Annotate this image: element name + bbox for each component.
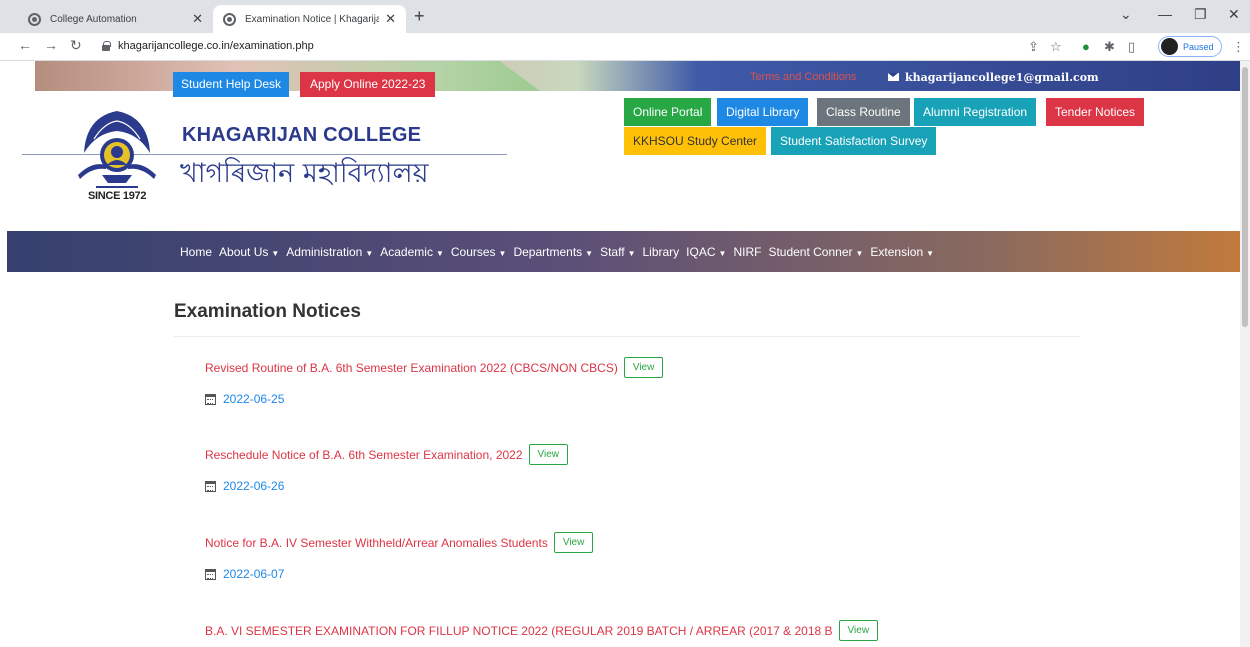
browser-tab-strip: College Automation ✕ Examination Notice …: [0, 0, 1250, 33]
caret-down-icon: ▼: [585, 248, 594, 258]
online-portal-button[interactable]: Online Portal: [624, 98, 712, 126]
nav-extension[interactable]: Extension ▼: [870, 245, 934, 259]
globe-icon: [28, 12, 41, 26]
tab-examination-notice[interactable]: Examination Notice | Khagarijan ✕: [213, 5, 406, 33]
web-page: Student Help Desk Apply Online 2022-23 T…: [0, 61, 1240, 647]
student-satisfaction-survey-button[interactable]: Student Satisfaction Survey: [771, 127, 937, 155]
terms-link[interactable]: Terms and Conditions: [750, 71, 856, 83]
calendar-icon: [205, 393, 216, 405]
close-icon[interactable]: ✕: [192, 11, 203, 27]
avatar: [1161, 38, 1178, 55]
back-icon[interactable]: ←: [18, 37, 32, 53]
caret-down-icon: ▼: [718, 248, 727, 258]
since-label: SINCE 1972: [88, 190, 147, 202]
profile-button[interactable]: Paused: [1158, 36, 1222, 57]
minimize-button[interactable]: —: [1158, 6, 1172, 22]
url-field[interactable]: khagarijancollege.co.in/examination.php: [118, 40, 314, 52]
list-item: Revised Routine of B.A. 6th Semester Exa…: [205, 357, 664, 406]
list-item: Notice for B.A. IV Semester Withheld/Arr…: [205, 532, 594, 581]
notice-date: 2022-06-26: [223, 479, 285, 493]
view-button[interactable]: View: [623, 357, 664, 378]
close-icon[interactable]: ✕: [385, 11, 396, 27]
digital-library-button[interactable]: Digital Library: [717, 98, 809, 126]
restore-button[interactable]: ❐: [1194, 6, 1207, 23]
reload-icon[interactable]: ↻: [70, 37, 82, 54]
page-title: Examination Notices: [174, 301, 361, 322]
sidepanel-icon[interactable]: ▯: [1128, 39, 1135, 55]
tab-title: College Automation: [50, 13, 137, 25]
chevron-down-icon[interactable]: ⌄: [1120, 6, 1132, 23]
divider: [174, 336, 1080, 337]
view-button[interactable]: View: [838, 620, 879, 641]
main-nav: Home About Us ▼ Administration ▼ Academic ▼…: [7, 231, 1240, 272]
college-name-local: খাগৰিজান মহাবিদ্যালয়: [180, 158, 429, 189]
close-window-button[interactable]: ✕: [1228, 6, 1240, 23]
notice-date: 2022-06-25: [223, 392, 285, 406]
nav-iqac[interactable]: IQAC ▼: [686, 245, 726, 259]
scrollbar-thumb[interactable]: [1242, 67, 1248, 327]
student-help-desk-button[interactable]: Student Help Desk: [173, 72, 290, 97]
calendar-icon: [205, 568, 216, 580]
list-item: Reschedule Notice of B.A. 6th Semester E…: [205, 444, 569, 493]
share-icon[interactable]: ⇪: [1028, 39, 1039, 55]
lock-icon[interactable]: [102, 41, 111, 51]
nav-library[interactable]: Library: [642, 245, 679, 259]
apply-online-button[interactable]: Apply Online 2022-23: [300, 72, 436, 97]
alumni-registration-button[interactable]: Alumni Registration: [914, 98, 1037, 126]
scrollbar[interactable]: [1240, 61, 1250, 647]
address-bar: ← → ↻ khagarijancollege.co.in/examinatio…: [0, 33, 1250, 61]
nav-student-conner[interactable]: Student Conner ▼: [768, 245, 863, 259]
puzzle-icon[interactable]: ✱: [1104, 39, 1115, 55]
class-routine-button[interactable]: Class Routine: [817, 98, 910, 126]
kkhsou-study-center-button[interactable]: KKHSOU Study Center: [624, 127, 767, 155]
notice-title[interactable]: Reschedule Notice of B.A. 6th Semester E…: [205, 448, 523, 462]
tender-notices-button[interactable]: Tender Notices: [1046, 98, 1145, 126]
nav-home[interactable]: Home: [180, 245, 212, 259]
view-button[interactable]: View: [528, 444, 569, 465]
globe-icon: [223, 12, 236, 26]
extension-icon[interactable]: ●: [1082, 39, 1090, 54]
profile-status: Paused: [1183, 41, 1214, 52]
menu-icon[interactable]: ⋮: [1232, 39, 1245, 55]
envelope-icon: [888, 73, 899, 81]
tab-college-automation[interactable]: College Automation ✕: [18, 5, 213, 33]
nav-about-us[interactable]: About Us ▼: [219, 245, 279, 259]
notice-title[interactable]: B.A. VI SEMESTER EXAMINATION FOR FILLUP …: [205, 624, 833, 638]
list-item: B.A. VI SEMESTER EXAMINATION FOR FILLUP …: [205, 620, 879, 641]
notice-date: 2022-06-07: [223, 567, 285, 581]
caret-down-icon: ▼: [271, 248, 280, 258]
nav-academic[interactable]: Academic ▼: [380, 245, 444, 259]
notice-title[interactable]: Notice for B.A. IV Semester Withheld/Arr…: [205, 536, 548, 550]
email-link[interactable]: khagarijancollege1@gmail.com: [905, 71, 1099, 84]
nav-departments[interactable]: Departments ▼: [513, 245, 593, 259]
nav-courses[interactable]: Courses ▼: [451, 245, 507, 259]
caret-down-icon: ▼: [855, 248, 864, 258]
new-tab-button[interactable]: +: [414, 6, 425, 27]
caret-down-icon: ▼: [365, 248, 374, 258]
notice-title[interactable]: Revised Routine of B.A. 6th Semester Exa…: [205, 361, 618, 375]
calendar-icon: [205, 480, 216, 492]
nav-staff[interactable]: Staff ▼: [600, 245, 635, 259]
nav-nirf[interactable]: NIRF: [733, 245, 761, 259]
caret-down-icon: ▼: [435, 248, 444, 258]
nav-administration[interactable]: Administration ▼: [286, 245, 373, 259]
college-name: KHAGARIJAN COLLEGE: [182, 124, 422, 146]
forward-icon[interactable]: →: [44, 37, 58, 53]
caret-down-icon: ▼: [926, 248, 935, 258]
tab-title: Examination Notice | Khagarijan: [245, 13, 380, 25]
view-button[interactable]: View: [553, 532, 594, 553]
caret-down-icon: ▼: [627, 248, 636, 258]
caret-down-icon: ▼: [498, 248, 507, 258]
star-icon[interactable]: ☆: [1050, 39, 1062, 55]
